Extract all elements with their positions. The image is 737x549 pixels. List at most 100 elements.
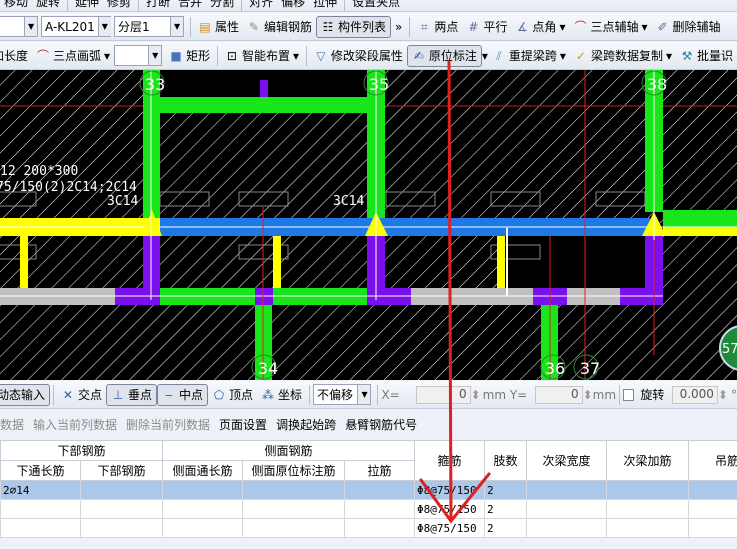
rotate-checkbox[interactable] — [623, 388, 635, 401]
table-cell[interactable] — [526, 480, 608, 500]
table-cell[interactable] — [344, 480, 416, 500]
table-cell[interactable]: 2⌀14 — [0, 480, 81, 500]
column-header[interactable]: 下部钢筋 — [79, 460, 164, 481]
menu-item-input-column[interactable]: 输入当前列数据 — [33, 416, 117, 433]
table-cell[interactable] — [344, 518, 416, 538]
table-cell[interactable] — [606, 480, 690, 500]
batch-button[interactable]: ⚒ 批量识 — [676, 45, 737, 67]
layer-select[interactable]: 分层1 ▼ — [114, 16, 184, 37]
in-situ-annotation-button[interactable]: ✍ 原位标注 — [406, 44, 482, 67]
smart-layout-button[interactable]: ⊡ 智能布置 ▾ — [221, 45, 303, 67]
table-cell[interactable] — [344, 499, 416, 519]
table-cell[interactable] — [526, 499, 608, 519]
dynamic-input-button[interactable]: 动态输入 — [0, 383, 51, 406]
offset-button[interactable]: 偏移 — [277, 0, 309, 11]
table-cell[interactable] — [688, 480, 737, 500]
trim-button[interactable]: 修剪 — [103, 0, 135, 11]
property-button[interactable]: ▤ 属性 — [194, 16, 243, 38]
merge-button[interactable]: 合并 — [174, 0, 206, 11]
table-cell[interactable] — [162, 499, 244, 519]
drawing-canvas[interactable]: 33 35 38 34 36 37 12 200*300 75/150(2)2C… — [0, 70, 737, 380]
delete-axis-button[interactable]: ✐ 删除辅轴 — [652, 16, 725, 38]
table-cell[interactable] — [79, 480, 164, 500]
column-header[interactable]: 次梁加筋 — [606, 440, 690, 481]
menu-item-cantilever-code[interactable]: 悬臂钢筋代号 — [345, 416, 417, 433]
table-row[interactable]: 2⌀14 Φ8@75/150 2 — [0, 480, 737, 500]
y-input[interactable]: 0 — [535, 385, 583, 404]
column-header[interactable]: 箍筋 — [414, 440, 486, 481]
perpendicular-snap[interactable]: ⊥ 垂点 — [105, 383, 157, 406]
table-cell[interactable] — [606, 518, 690, 538]
re-extract-span-button[interactable]: ⫽ 重提梁跨 ▾ — [488, 45, 570, 67]
table-cell[interactable] — [688, 499, 737, 519]
break-button[interactable]: 打断 — [142, 0, 174, 11]
copy-span-data-button[interactable]: ✓ 梁跨数据复制 ▾ — [570, 45, 676, 67]
extend-button[interactable]: 延伸 — [71, 0, 103, 11]
column-header[interactable]: 侧面通长筋 — [162, 460, 244, 481]
column-header[interactable]: 侧面原位标注筋 — [242, 460, 346, 481]
table-cell[interactable]: 2 — [484, 499, 528, 519]
parallel-axis-button[interactable]: # 平行 — [462, 16, 511, 38]
type-select[interactable]: ▼ — [0, 16, 38, 37]
intersection-snap[interactable]: ✕ 交点 — [57, 384, 106, 406]
table-cell[interactable] — [162, 480, 244, 500]
table-row[interactable]: Φ8@75/150 2 — [0, 518, 737, 538]
menu-item-swap-start-span[interactable]: 调换起始跨 — [276, 416, 336, 433]
table-row[interactable]: Φ8@75/150 2 — [0, 499, 737, 519]
move-button[interactable]: 移动 — [0, 0, 32, 11]
length-button[interactable]: 加长度 — [0, 45, 32, 67]
component-select[interactable]: A-KL201 ▼ — [41, 16, 111, 37]
table-cell[interactable] — [162, 518, 244, 538]
edit-rebar-button[interactable]: ✎ 编辑钢筋 — [243, 16, 316, 38]
table-cell[interactable]: Φ8@75/150 — [414, 499, 486, 519]
table-cell[interactable] — [242, 499, 346, 519]
menu-item-page-setup[interactable]: 页面设置 — [219, 416, 267, 433]
arc-mode-select[interactable]: ▼ — [114, 45, 163, 66]
stretch-button[interactable]: 拉伸 — [309, 0, 341, 11]
table-cell[interactable]: 2 — [484, 480, 528, 500]
split-button[interactable]: 分割 — [206, 0, 238, 11]
menu-item-data[interactable]: 数据 — [0, 416, 24, 433]
axis-icon: ⌗ — [421, 19, 428, 34]
axis-label: 38 — [647, 75, 667, 94]
grip-button[interactable]: 设置夹点 — [348, 0, 404, 11]
point-angle-button[interactable]: ∡ 点角 ▾ — [511, 16, 569, 38]
menu-item-delete-column[interactable]: 删除当前列数据 — [126, 416, 210, 433]
vertex-snap[interactable]: ⬠ 顶点 — [208, 384, 257, 406]
pen-icon: ✎ — [248, 19, 260, 34]
table-cell[interactable]: Φ8@75/150 — [414, 518, 486, 538]
table-cell[interactable] — [688, 518, 737, 538]
coordinate-snap[interactable]: ⁂ 坐标 — [257, 384, 306, 406]
more-button[interactable]: » — [391, 16, 406, 38]
angle-input[interactable]: 0.000 — [672, 385, 718, 404]
column-header[interactable]: 下通长筋 — [0, 460, 81, 481]
modify-segment-button[interactable]: ▽ 修改梁段属性 — [310, 45, 407, 67]
table-cell[interactable] — [242, 480, 346, 500]
chevron-down-icon: ▼ — [148, 46, 162, 65]
midpoint-snap[interactable]: ‒ 中点 — [156, 383, 208, 406]
annotate-icon: ✍ — [413, 48, 424, 63]
align-button[interactable]: 对齐 — [245, 0, 277, 11]
column-header[interactable]: 吊筋 — [688, 440, 737, 481]
column-header[interactable]: 肢数 — [484, 440, 528, 481]
table-cell[interactable] — [526, 518, 608, 538]
table-cell[interactable] — [79, 499, 164, 519]
column-header[interactable]: 次梁宽度 — [526, 440, 608, 481]
table-cell[interactable]: Φ8@75/150 — [414, 480, 486, 500]
table-cell[interactable] — [606, 499, 690, 519]
rectangle-button[interactable]: ■ 矩形 — [165, 45, 214, 67]
component-list-button[interactable]: ☷ 构件列表 — [316, 15, 392, 38]
x-input[interactable]: 0 — [415, 385, 471, 404]
snap-toolbar: 动态输入 ✕ 交点 ⊥ 垂点 ‒ 中点 ⬠ 顶点 ⁂ 坐标 不偏移 ▼ X= 0 ⬍ mm Y… — [0, 381, 737, 409]
three-point-axis-button[interactable]: ⌒ 三点辅轴 ▾ — [569, 16, 651, 38]
table-cell[interactable] — [0, 499, 81, 519]
column-header[interactable]: 拉筋 — [344, 460, 416, 481]
offset-select[interactable]: 不偏移 ▼ — [312, 384, 372, 405]
rotate-button[interactable]: 旋转 — [32, 0, 64, 11]
table-cell[interactable] — [79, 518, 164, 538]
table-cell[interactable]: 2 — [484, 518, 528, 538]
table-cell[interactable] — [0, 518, 81, 538]
arc-button[interactable]: ⌒ 三点画弧 ▾ — [32, 45, 114, 67]
two-point-axis-button[interactable]: ⌗ 两点 — [413, 16, 462, 38]
table-cell[interactable] — [242, 518, 346, 538]
